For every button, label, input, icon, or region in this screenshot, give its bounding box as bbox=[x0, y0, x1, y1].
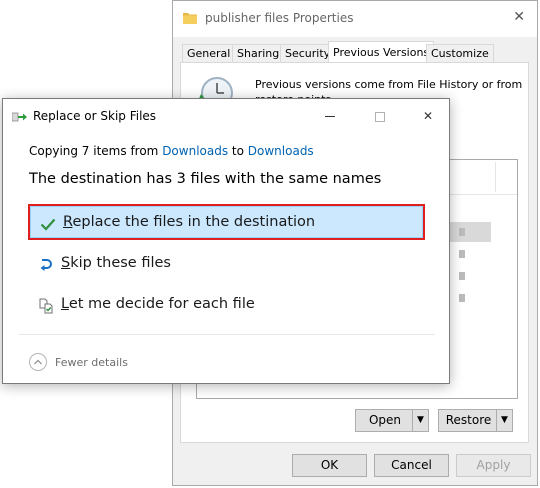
details-divider bbox=[19, 334, 435, 335]
source-folder-link[interactable]: Downloads bbox=[162, 144, 228, 158]
file-transfer-icon bbox=[12, 112, 27, 122]
replace-or-skip-dialog: Replace or Skip Files ✕ Copying 7 items … bbox=[2, 98, 450, 384]
cancel-button[interactable]: Cancel bbox=[374, 454, 449, 477]
skip-arrow-icon bbox=[40, 259, 52, 271]
tab-customize[interactable]: Customize bbox=[426, 44, 494, 62]
column-separator bbox=[495, 162, 496, 192]
apply-button[interactable]: Apply bbox=[456, 454, 531, 477]
folder-icon bbox=[183, 13, 197, 24]
checkmark-icon bbox=[40, 218, 56, 231]
list-item[interactable] bbox=[459, 228, 465, 236]
maximize-icon bbox=[375, 111, 385, 122]
restore-dropdown-icon[interactable]: ▼ bbox=[496, 410, 512, 431]
destination-folder-link[interactable]: Downloads bbox=[248, 144, 314, 158]
replace-files-option[interactable]: Replace the files in the destination bbox=[28, 204, 425, 240]
skip-files-option[interactable]: Skip these files bbox=[28, 247, 425, 283]
ok-button[interactable]: OK bbox=[292, 454, 367, 477]
open-dropdown-icon[interactable]: ▼ bbox=[412, 410, 428, 431]
tab-general[interactable]: General bbox=[182, 44, 236, 62]
open-button[interactable]: Open ▼ bbox=[355, 409, 429, 432]
replace-rest: eplace the files in the destination bbox=[72, 214, 316, 230]
restore-label: Restore bbox=[445, 413, 492, 427]
decide-each-file-option[interactable]: Let me decide for each file bbox=[28, 288, 425, 324]
chevron-up-icon bbox=[29, 353, 47, 371]
properties-title: publisher files Properties bbox=[205, 11, 354, 25]
restore-button[interactable]: Restore ▼ bbox=[438, 409, 513, 432]
dialog-close-button[interactable]: ✕ bbox=[413, 104, 443, 128]
list-item[interactable] bbox=[459, 250, 465, 258]
dialog-titlebar: Replace or Skip Files ✕ bbox=[3, 99, 449, 133]
skip-files-label: Skip these files bbox=[61, 255, 171, 271]
tab-sharing[interactable]: Sharing bbox=[232, 44, 285, 62]
copying-middle: to bbox=[228, 144, 248, 158]
conflict-headline: The destination has 3 files with the sam… bbox=[29, 171, 382, 187]
copying-status: Copying 7 items from Downloads to Downlo… bbox=[29, 144, 314, 158]
tab-security[interactable]: Security bbox=[280, 44, 336, 62]
open-label: Open bbox=[368, 413, 402, 427]
maximize-button[interactable] bbox=[365, 104, 395, 128]
minimize-button[interactable] bbox=[315, 104, 345, 128]
minimize-icon bbox=[325, 116, 335, 117]
decide-accelerator: L bbox=[61, 296, 69, 312]
properties-titlebar: publisher files Properties ✕ bbox=[173, 1, 537, 37]
decide-rest: et me decide for each file bbox=[68, 296, 255, 312]
decide-each-file-label: Let me decide for each file bbox=[61, 296, 255, 312]
list-item[interactable] bbox=[459, 294, 465, 302]
dialog-title: Replace or Skip Files bbox=[33, 109, 157, 123]
skip-accelerator: S bbox=[61, 255, 71, 271]
copying-prefix: Copying 7 items from bbox=[29, 144, 163, 158]
skip-rest: kip these files bbox=[70, 255, 171, 271]
fewer-details-label: Fewer details bbox=[55, 356, 128, 369]
properties-close-button[interactable]: ✕ bbox=[513, 9, 525, 25]
list-item[interactable] bbox=[459, 272, 465, 280]
replace-files-label: Replace the files in the destination bbox=[63, 214, 315, 230]
compare-files-icon bbox=[39, 298, 53, 314]
tab-previous-versions[interactable]: Previous Versions bbox=[328, 41, 435, 63]
